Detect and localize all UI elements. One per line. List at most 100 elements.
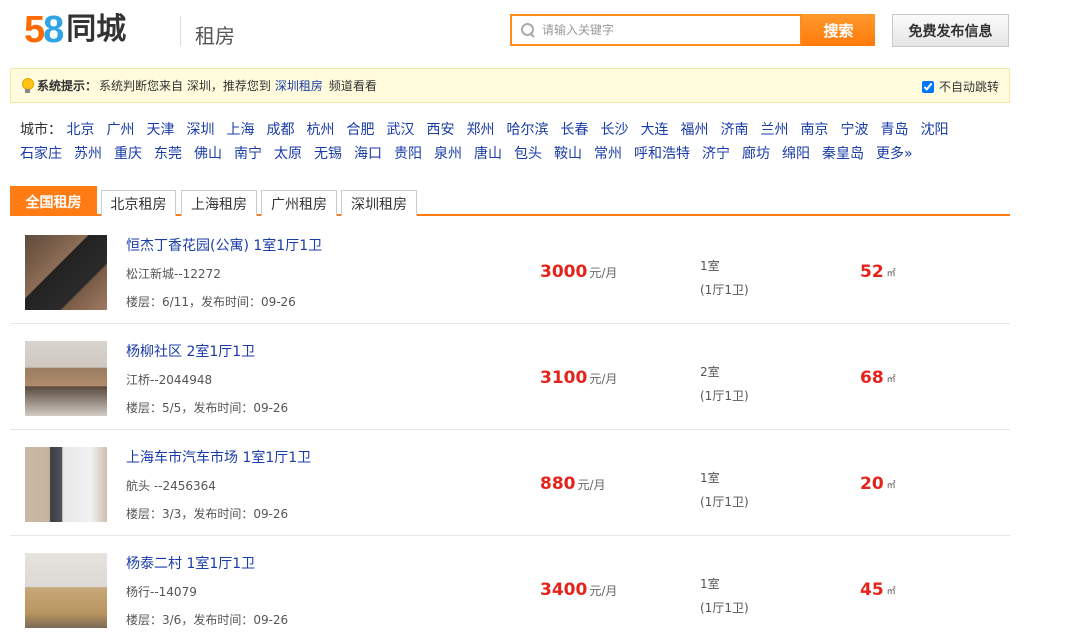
room-layout: (1厅1卫) xyxy=(700,283,749,297)
area-unit: ㎡ xyxy=(886,269,896,279)
tab-0[interactable]: 全国租房 xyxy=(10,186,97,216)
city-link[interactable]: 秦皇岛 xyxy=(822,142,864,166)
price-unit: 元/月 xyxy=(589,266,618,280)
listing-title[interactable]: 杨柳社区 2室1厅1卫 xyxy=(126,341,255,361)
listing-location: 航头 --2456364 xyxy=(126,479,216,493)
area-value: 52 xyxy=(860,262,884,282)
tab-1[interactable]: 北京租房 xyxy=(101,190,176,216)
listing-photo[interactable] xyxy=(25,447,107,522)
listing-title[interactable]: 恒杰丁香花园(公寓) 1室1厅1卫 xyxy=(126,235,322,255)
listing-title[interactable]: 上海车市汽车市场 1室1厅1卫 xyxy=(126,447,311,467)
city-link[interactable]: 哈尔滨 xyxy=(506,118,548,142)
city-link[interactable]: 深圳 xyxy=(186,118,214,142)
city-link[interactable]: 济宁 xyxy=(702,142,730,166)
listing-area: 52 ㎡ xyxy=(860,262,896,282)
city-link[interactable]: 廊坊 xyxy=(742,142,770,166)
city-link[interactable]: 长沙 xyxy=(600,118,628,142)
city-link[interactable]: 鞍山 xyxy=(554,142,582,166)
area-value: 45 xyxy=(860,580,884,600)
city-link[interactable]: 大连 xyxy=(640,118,668,142)
notice-text-after: 频道看看 xyxy=(328,79,377,93)
city-link[interactable]: 兰州 xyxy=(760,118,788,142)
city-link[interactable]: 济南 xyxy=(720,118,748,142)
notice-city-link[interactable]: 深圳租房 xyxy=(275,77,323,94)
city-link[interactable]: 苏州 xyxy=(74,142,102,166)
city-link[interactable]: 东莞 xyxy=(154,142,182,166)
city-link[interactable]: 沈阳 xyxy=(920,118,948,142)
city-link[interactable]: 贵阳 xyxy=(394,142,422,166)
area-unit: ㎡ xyxy=(886,481,896,491)
search-button[interactable]: 搜索 xyxy=(802,14,875,46)
site-logo[interactable]: 58 同城 xyxy=(24,10,126,50)
room-count: 1室 xyxy=(700,259,720,273)
city-link[interactable]: 北京 xyxy=(66,118,94,142)
price-value: 880 xyxy=(540,474,576,494)
city-link[interactable]: 上海 xyxy=(226,118,254,142)
city-link[interactable]: 石家庄 xyxy=(20,142,62,166)
city-link[interactable]: 郑州 xyxy=(466,118,494,142)
header: 58 同城 租房 搜索 免费发布信息 xyxy=(0,0,1071,64)
search-icon xyxy=(520,22,536,38)
price-unit: 元/月 xyxy=(589,372,618,386)
city-link[interactable]: 杭州 xyxy=(306,118,334,142)
system-notice: 系统提示： 系统判断您来自 深圳，推荐您到 深圳租房 频道看看 不自动跳转 xyxy=(10,68,1010,103)
logo-number: 58 xyxy=(24,9,64,51)
tab-4[interactable]: 深圳租房 xyxy=(341,190,417,216)
no-auto-jump-option[interactable]: 不自动跳转 xyxy=(921,78,999,95)
listing-rooms: 1室 (1厅1卫) xyxy=(700,254,749,302)
notice-text: 系统判断您来自 深圳，推荐您到 xyxy=(99,79,271,93)
city-link[interactable]: 福州 xyxy=(680,118,708,142)
listing-rooms: 1室 (1厅1卫) xyxy=(700,572,749,620)
city-link[interactable]: 天津 xyxy=(146,118,174,142)
city-link[interactable]: 常州 xyxy=(594,142,622,166)
listing-area: 45 ㎡ xyxy=(860,580,896,600)
city-link[interactable]: 南宁 xyxy=(234,142,262,166)
no-auto-jump-checkbox[interactable] xyxy=(921,80,934,93)
search-input[interactable] xyxy=(542,17,792,43)
post-info-button[interactable]: 免费发布信息 xyxy=(892,14,1009,47)
tab-3[interactable]: 广州租房 xyxy=(261,190,337,216)
listing-photo[interactable] xyxy=(25,553,107,628)
listing-item: 恒杰丁香花园(公寓) 1室1厅1卫 松江新城--12272 楼层：6/11，发布时间… xyxy=(10,218,1010,324)
listing-item: 上海车市汽车市场 1室1厅1卫 航头 --2456364 楼层：3/3，发布时间：0… xyxy=(10,430,1010,536)
page-title: 租房 xyxy=(195,24,235,48)
city-link[interactable]: 西安 xyxy=(426,118,454,142)
price-unit: 元/月 xyxy=(577,478,606,492)
no-auto-jump-label: 不自动跳转 xyxy=(938,80,999,94)
city-link[interactable]: 成都 xyxy=(266,118,294,142)
city-link[interactable]: 泉州 xyxy=(434,142,462,166)
city-link[interactable]: 宁波 xyxy=(840,118,868,142)
listing-area: 68 ㎡ xyxy=(860,368,896,388)
listing-price: 3000 元/月 xyxy=(540,262,617,282)
header-divider xyxy=(180,16,181,46)
city-link[interactable]: 广州 xyxy=(106,118,134,142)
city-link[interactable]: 绵阳 xyxy=(782,142,810,166)
city-list: 城市： 北京 广州 天津 深圳 上海 成都 杭州 合肥 武汉 西安 郑州 哈尔滨 长春 长沙 大连 福州 济南兰… xyxy=(20,118,1010,166)
city-link[interactable]: 无锡 xyxy=(314,142,342,166)
listing-item: 杨柳社区 2室1厅1卫 江桥--2044948 楼层：5/5，发布时间：09-26 3… xyxy=(10,324,1010,430)
city-link[interactable]: 青岛 xyxy=(880,118,908,142)
city-link[interactable]: 唐山 xyxy=(474,142,502,166)
listing-photo[interactable] xyxy=(25,341,107,416)
city-link[interactable]: 合肥 xyxy=(346,118,374,142)
tab-2[interactable]: 上海租房 xyxy=(181,190,257,216)
city-link[interactable]: 太原 xyxy=(274,142,302,166)
city-link[interactable]: 南京 xyxy=(800,118,828,142)
city-link[interactable]: 长春 xyxy=(560,118,588,142)
city-link[interactable]: 佛山 xyxy=(194,142,222,166)
price-value: 3000 xyxy=(540,262,588,282)
search-box xyxy=(510,14,802,46)
price-unit: 元/月 xyxy=(589,584,618,598)
city-link[interactable]: 重庆 xyxy=(114,142,142,166)
listing-location: 松江新城--12272 xyxy=(126,267,221,281)
city-link[interactable]: 包头 xyxy=(514,142,542,166)
city-link[interactable]: 武汉 xyxy=(386,118,414,142)
listing-photo[interactable] xyxy=(25,235,107,310)
listing-title[interactable]: 杨泰二村 1室1厅1卫 xyxy=(126,553,255,573)
city-link[interactable]: 海口 xyxy=(354,142,382,166)
room-layout: (1厅1卫) xyxy=(700,389,749,403)
area-unit: ㎡ xyxy=(886,375,896,385)
listing-rooms: 1室 (1厅1卫) xyxy=(700,466,749,514)
city-link[interactable]: 更多» xyxy=(876,142,913,166)
city-link[interactable]: 呼和浩特 xyxy=(634,142,690,166)
